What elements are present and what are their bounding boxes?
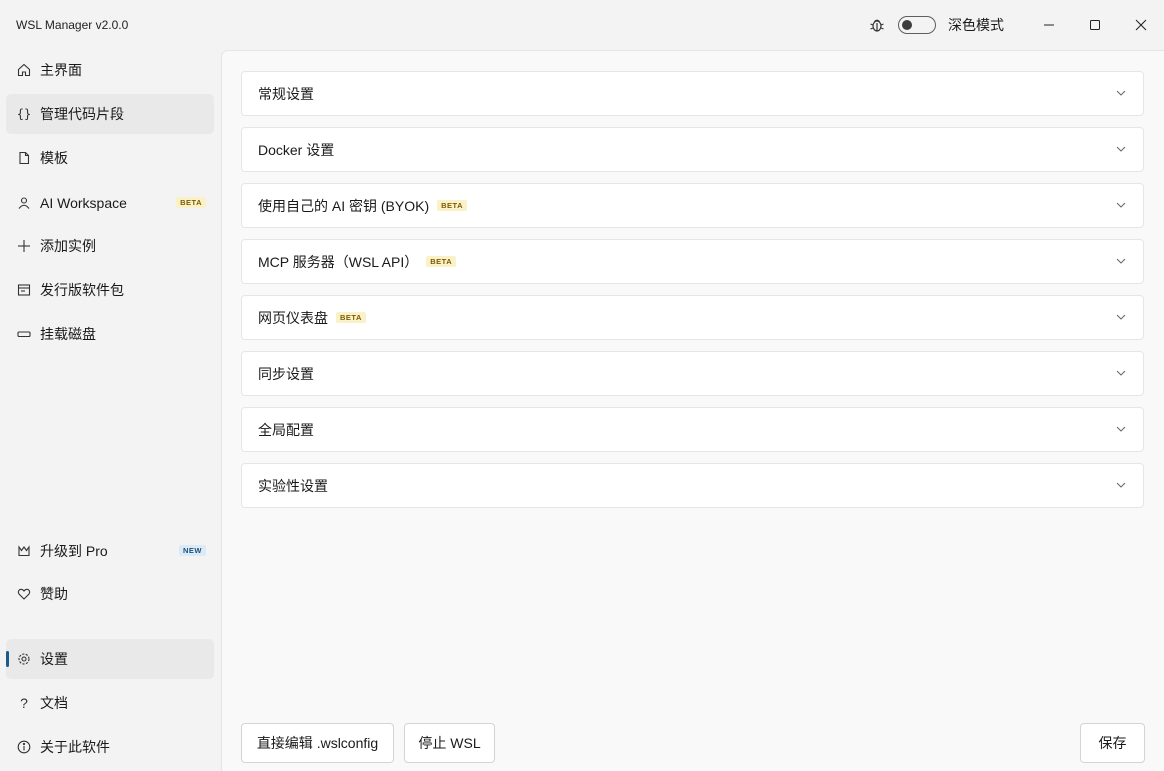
section-title: 使用自己的 AI 密钥 (BYOK) — [258, 197, 430, 214]
sidebar-item-mount-disk[interactable]: 挂载磁盘 — [6, 314, 214, 354]
chevron-down-icon — [1116, 482, 1126, 488]
sidebar-item-label: 添加实例 — [40, 238, 96, 254]
sidebar: 主界面 {} 管理代码片段 模板 AI Workspace BETA 添加实例 … — [0, 50, 221, 771]
section-byok[interactable]: 使用自己的 AI 密钥 (BYOK) BETA — [241, 183, 1144, 228]
beta-badge: BETA — [336, 312, 366, 323]
sidebar-item-docs[interactable]: ? 文档 — [6, 683, 214, 723]
close-icon — [1135, 19, 1147, 31]
chevron-down-icon — [1116, 314, 1126, 320]
stop-wsl-button[interactable]: 停止 WSL — [404, 723, 495, 763]
sidebar-item-templates[interactable]: 模板 — [6, 138, 214, 178]
app-title: WSL Manager v2.0.0 — [16, 18, 129, 32]
sidebar-item-distro-packages[interactable]: 发行版软件包 — [6, 270, 214, 310]
save-button[interactable]: 保存 — [1080, 723, 1145, 763]
sidebar-item-label: AI Workspace — [40, 195, 127, 211]
sidebar-item-ai-workspace[interactable]: AI Workspace BETA — [6, 183, 214, 223]
sidebar-item-sponsor[interactable]: 赞助 — [6, 574, 214, 614]
section-title: MCP 服务器（WSL API） — [258, 253, 419, 270]
maximize-icon — [1090, 20, 1100, 30]
sidebar-item-label: 升级到 Pro — [40, 543, 108, 559]
section-title: 网页仪表盘 — [258, 309, 328, 326]
minimize-button[interactable] — [1026, 0, 1072, 50]
chevron-down-icon — [1116, 146, 1126, 152]
title-bar: WSL Manager v2.0.0 深色模式 — [0, 0, 1164, 50]
sidebar-item-label: 管理代码片段 — [40, 106, 124, 122]
new-badge: NEW — [179, 545, 206, 556]
disk-icon — [16, 326, 32, 342]
dark-mode-toggle[interactable] — [898, 16, 936, 34]
sidebar-item-label: 主界面 — [40, 62, 82, 78]
section-title: 常规设置 — [258, 85, 314, 102]
sidebar-item-settings[interactable]: 设置 — [6, 639, 214, 679]
sidebar-item-home[interactable]: 主界面 — [6, 50, 214, 90]
chevron-down-icon — [1116, 202, 1126, 208]
chevron-down-icon — [1116, 370, 1126, 376]
section-mcp[interactable]: MCP 服务器（WSL API） BETA — [241, 239, 1144, 284]
maximize-button[interactable] — [1072, 0, 1118, 50]
sidebar-item-label: 发行版软件包 — [40, 282, 124, 298]
gear-icon — [16, 651, 32, 667]
dark-mode-label: 深色模式 — [948, 17, 1004, 33]
beta-badge: BETA — [176, 197, 206, 208]
section-docker[interactable]: Docker 设置 — [241, 127, 1144, 172]
document-icon — [16, 150, 32, 166]
section-title: 全局配置 — [258, 421, 314, 438]
beta-badge: BETA — [437, 200, 467, 211]
chevron-down-icon — [1116, 426, 1126, 432]
section-experimental[interactable]: 实验性设置 — [241, 463, 1144, 508]
beta-badge: BETA — [426, 256, 457, 267]
bug-icon[interactable] — [868, 16, 886, 34]
crown-icon — [16, 543, 32, 559]
section-global-config[interactable]: 全局配置 — [241, 407, 1144, 452]
chevron-down-icon — [1116, 258, 1126, 264]
minimize-icon — [1044, 24, 1054, 26]
heart-icon — [16, 586, 32, 602]
sidebar-item-label: 关于此软件 — [40, 739, 110, 755]
question-icon: ? — [20, 695, 28, 711]
sidebar-item-add-instance[interactable]: 添加实例 — [6, 226, 214, 266]
section-sync[interactable]: 同步设置 — [241, 351, 1144, 396]
toggle-knob — [902, 19, 912, 30]
info-icon — [16, 739, 32, 755]
code-braces-icon: {} — [16, 107, 32, 121]
section-general[interactable]: 常规设置 — [241, 71, 1144, 116]
home-icon — [16, 62, 32, 78]
section-title: Docker 设置 — [258, 141, 335, 158]
plus-icon — [16, 238, 32, 254]
section-title: 同步设置 — [258, 365, 314, 382]
edit-wslconfig-button[interactable]: 直接编辑 .wslconfig — [241, 723, 394, 763]
sidebar-item-label: 设置 — [40, 651, 68, 667]
section-title: 实验性设置 — [258, 477, 328, 494]
chevron-down-icon — [1116, 90, 1126, 96]
package-icon — [16, 282, 32, 298]
sidebar-item-label: 模板 — [40, 150, 68, 166]
sidebar-item-snippets[interactable]: {} 管理代码片段 — [6, 94, 214, 134]
sidebar-item-label: 挂载磁盘 — [40, 326, 96, 342]
sidebar-item-about[interactable]: 关于此软件 — [6, 727, 214, 767]
sidebar-item-upgrade-pro[interactable]: 升级到 Pro NEW — [6, 531, 214, 571]
title-bar-controls: 深色模式 — [868, 0, 1164, 50]
section-web-dashboard[interactable]: 网页仪表盘 BETA — [241, 295, 1144, 340]
sidebar-item-label: 赞助 — [40, 586, 68, 602]
close-button[interactable] — [1118, 0, 1164, 50]
settings-panel: 常规设置 Docker 设置 使用自己的 AI 密钥 (BYOK) BETA M… — [221, 50, 1164, 771]
person-icon — [16, 195, 32, 211]
sidebar-item-label: 文档 — [40, 695, 68, 711]
